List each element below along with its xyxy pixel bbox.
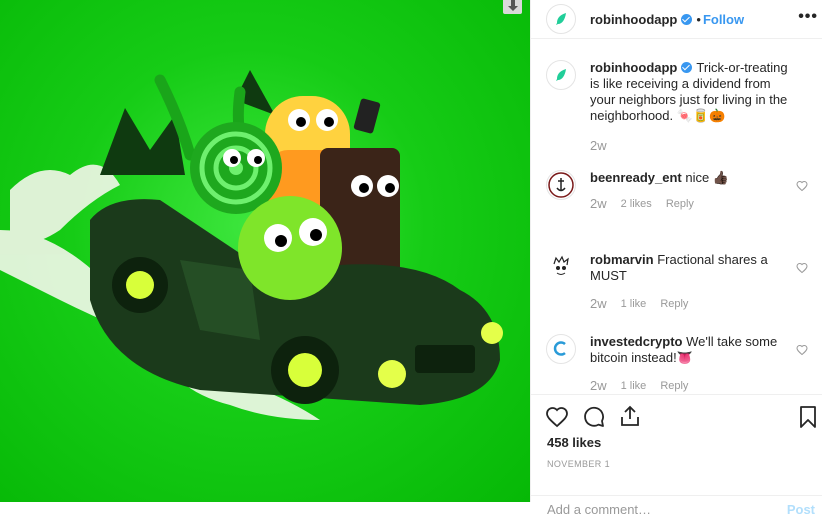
comment-text: nice 👍🏿	[685, 170, 730, 185]
header-username[interactable]: robinhoodapp	[590, 12, 677, 27]
caption: robinhoodapp Trick-or-treating is like re…	[546, 60, 810, 170]
robinhood-avatar[interactable]	[546, 4, 576, 34]
comment-body: robmarvin Fractional shares a MUST	[590, 252, 796, 284]
c-logo-icon	[549, 337, 573, 361]
comment-item: robmarvin Fractional shares a MUST 2w 1 l…	[546, 252, 810, 334]
header-separator: •	[696, 11, 701, 27]
comment-age[interactable]: 2w	[590, 196, 607, 211]
reply-button[interactable]: Reply	[666, 198, 694, 210]
add-comment-input[interactable]: Add a comment…	[547, 502, 651, 517]
comment-likes[interactable]: 1 like	[621, 380, 647, 392]
caption-avatar[interactable]	[546, 60, 576, 90]
reply-button[interactable]: Reply	[660, 298, 688, 310]
post-header: robinhoodapp • Follow •••	[531, 0, 822, 39]
anchor-logo-icon	[548, 172, 574, 198]
more-horizontal-icon[interactable]: •••	[798, 9, 818, 25]
comment-age[interactable]: 2w	[590, 296, 607, 311]
cartoon-face-icon	[549, 255, 573, 279]
comment-username[interactable]: investedcrypto	[590, 334, 682, 349]
post-actions: 458 likes NOVEMBER 1 Add a comment… Post	[531, 394, 822, 517]
caption-body: robinhoodapp Trick-or-treating is like re…	[590, 60, 796, 124]
comment-body: beenready_ent nice 👍🏿	[590, 170, 796, 186]
like-count[interactable]: 458 likes	[547, 435, 601, 450]
post-sidebar: robinhoodapp • Follow ••• robinhoodapp Tr…	[530, 0, 822, 517]
follow-button[interactable]: Follow	[703, 12, 744, 27]
comment-icon[interactable]	[582, 405, 606, 429]
comment-age[interactable]: 2w	[590, 378, 607, 393]
caption-age[interactable]: 2w	[590, 138, 607, 153]
comment-likes[interactable]: 2 likes	[621, 198, 652, 210]
like-comment-heart-icon[interactable]	[796, 262, 808, 274]
feather-logo-icon	[556, 69, 566, 81]
comment-username[interactable]: beenready_ent	[590, 170, 682, 185]
feather-logo-icon	[556, 13, 566, 25]
investedcrypto-avatar[interactable]	[546, 334, 576, 364]
download-icon[interactable]	[503, 0, 522, 14]
comments-list: robinhoodapp Trick-or-treating is like re…	[546, 60, 810, 416]
like-comment-heart-icon[interactable]	[796, 180, 808, 192]
halloween-car-illustration	[0, 70, 503, 420]
add-comment-bar: Add a comment… Post	[531, 495, 822, 523]
reply-button[interactable]: Reply	[660, 380, 688, 392]
comment-item: beenready_ent nice 👍🏿 2w 2 likes Reply	[546, 170, 810, 252]
share-icon[interactable]	[618, 404, 642, 428]
caption-username[interactable]: robinhoodapp	[590, 60, 677, 75]
verified-badge-icon	[681, 13, 693, 25]
beenready-avatar[interactable]	[546, 170, 576, 200]
like-comment-heart-icon[interactable]	[796, 344, 808, 356]
robmarvin-avatar[interactable]	[546, 252, 576, 282]
comment-likes[interactable]: 1 like	[621, 298, 647, 310]
post-image	[0, 0, 530, 502]
comment-body: investedcrypto We'll take some bitcoin i…	[590, 334, 796, 366]
heart-icon[interactable]	[545, 405, 569, 429]
bookmark-icon[interactable]	[798, 405, 818, 429]
post-date[interactable]: NOVEMBER 1	[547, 459, 610, 469]
comment-username[interactable]: robmarvin	[590, 252, 654, 267]
action-icons	[531, 395, 822, 439]
post-comment-button[interactable]: Post	[787, 502, 815, 517]
verified-badge-icon	[681, 62, 693, 73]
